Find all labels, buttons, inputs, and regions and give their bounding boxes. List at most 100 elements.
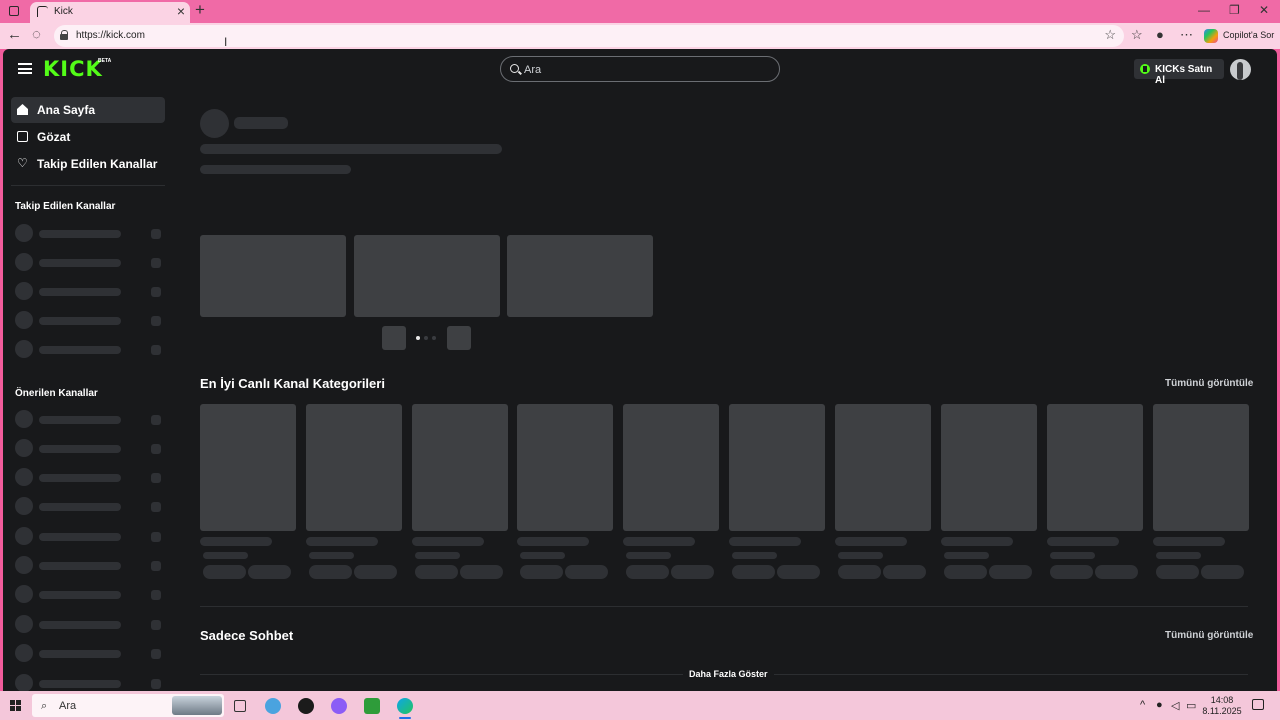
category-card[interactable] [941,404,1037,531]
featured-stream-card[interactable] [507,235,653,317]
channel-viewers-placeholder [151,502,161,512]
sidebar-item-browse[interactable]: Gözat [11,124,165,150]
carousel-dot[interactable] [424,336,428,340]
category-card[interactable] [1153,404,1249,531]
category-tag-placeholder [460,565,503,579]
channel-name-placeholder [39,591,121,599]
followed-channel-placeholder[interactable] [15,224,163,242]
recommended-channel-placeholder[interactable] [15,527,163,545]
volume-icon[interactable]: ◁ [1171,699,1179,712]
category-card[interactable] [729,404,825,531]
kick-logo[interactable]: KICK [43,57,103,81]
followed-channel-placeholder[interactable] [15,311,163,329]
followed-channel-placeholder[interactable] [15,282,163,300]
categories-view-all-link[interactable]: Tümünü görüntüle [1165,378,1253,389]
buy-kicks-button[interactable]: KICKs Satın Al [1134,59,1224,86]
sidebar-item-following[interactable]: ♡ Takip Edilen Kanallar [11,151,165,177]
followed-channel-placeholder[interactable] [15,253,163,271]
recommended-channels-heading: Önerilen Kanallar [15,388,98,399]
channel-name-placeholder [39,416,121,424]
show-more-button[interactable]: Daha Fazla Göster [683,669,774,679]
category-card[interactable] [835,404,931,531]
tab-title: Kick [54,6,73,17]
recommended-channel-placeholder[interactable] [15,439,163,457]
loading-icon[interactable]: ◌ [32,26,41,43]
search-input[interactable]: Ara [500,56,780,82]
category-title-placeholder [200,537,272,546]
sidebar-item-label: Ana Sayfa [37,103,96,117]
user-avatar[interactable] [1230,59,1251,80]
recommended-channel-placeholder[interactable] [15,410,163,428]
category-card[interactable] [412,404,508,531]
featured-stream-card[interactable] [200,235,346,317]
category-tag-placeholder [520,565,563,579]
app-globe-icon[interactable] [261,695,285,717]
back-icon[interactable]: ← [7,26,22,43]
category-card[interactable] [517,404,613,531]
app-dark-icon[interactable] [294,695,318,717]
carousel-dot[interactable] [416,336,420,340]
channel-name-placeholder [39,259,121,267]
tab-actions-icon[interactable] [6,4,22,18]
microphone-icon[interactable]: ● [1156,699,1163,711]
buy-kicks-label: KICKs Satın Al [1155,64,1213,86]
sidebar-item-home[interactable]: Ana Sayfa [11,97,165,123]
recommended-channel-placeholder[interactable] [15,556,163,574]
xbox-icon[interactable] [360,695,384,717]
carousel-next-button[interactable] [447,326,471,350]
close-window-icon[interactable]: ✕ [1259,3,1269,17]
carousel-prev-button[interactable] [382,326,406,350]
notification-icon[interactable] [1252,699,1264,710]
category-card[interactable] [623,404,719,531]
channel-avatar-placeholder [15,282,33,300]
menu-icon[interactable] [18,63,32,74]
browser-tab[interactable]: Kick × [30,2,190,23]
category-card[interactable] [306,404,402,531]
tray-chevron-icon[interactable]: ^ [1140,699,1145,711]
channel-avatar-placeholder [15,527,33,545]
more-options-icon[interactable]: ⋯ [1180,27,1193,43]
recommended-channel-placeholder[interactable] [15,615,163,633]
edge-browser-icon[interactable] [393,695,417,719]
task-view-icon[interactable] [228,695,252,717]
chat-section-title: Sadece Sohbet [200,628,294,643]
recommended-channel-placeholder[interactable] [15,585,163,603]
featured-stream-card[interactable] [354,235,500,317]
category-tag-placeholder [565,565,608,579]
profile-icon[interactable]: ● [1156,27,1164,42]
restore-icon[interactable]: ❐ [1229,3,1240,17]
address-bar-row: ← ◌ https://kick.com ☆ [0,23,1280,49]
new-tab-icon[interactable]: + [195,0,205,20]
copilot-icon [1204,29,1218,43]
recommended-channel-placeholder[interactable] [15,674,163,691]
windows-start-icon[interactable] [10,700,22,712]
category-card[interactable] [200,404,296,531]
chat-view-all-link[interactable]: Tümünü görüntüle [1165,630,1253,641]
category-tag-placeholder [248,565,291,579]
followed-channel-placeholder[interactable] [15,340,163,358]
recommended-channel-placeholder[interactable] [15,468,163,486]
minimize-icon[interactable]: — [1198,3,1210,17]
app-messenger-icon[interactable] [327,695,351,717]
url-field[interactable]: https://kick.com ☆ [54,25,1124,47]
category-tag-placeholder [671,565,714,579]
category-viewers-placeholder [1156,552,1201,559]
taskbar-search[interactable]: ⌕ Ara [32,694,224,717]
recommended-channel-placeholder[interactable] [15,497,163,515]
copilot-button[interactable]: Copilot'a Sor [1202,27,1276,45]
carousel-dot[interactable] [432,336,436,340]
category-card[interactable] [1047,404,1143,531]
taskbar-clock[interactable]: 14:08 8.11.2025 [1202,695,1242,717]
category-viewers-placeholder [1050,552,1095,559]
beta-badge: BETA [98,58,112,64]
network-icon[interactable]: ▭ [1186,699,1196,712]
recommended-channel-placeholder[interactable] [15,644,163,662]
kick-favicon-icon [37,6,48,17]
favorite-star-icon[interactable]: ☆ [1104,27,1116,43]
channel-avatar-placeholder [15,311,33,329]
channel-viewers-placeholder [151,590,161,600]
search-placeholder: Ara [524,64,542,76]
category-tag-placeholder [838,565,881,579]
favorites-icon[interactable]: ☆ [1131,27,1143,43]
close-tab-icon[interactable]: × [177,3,185,19]
